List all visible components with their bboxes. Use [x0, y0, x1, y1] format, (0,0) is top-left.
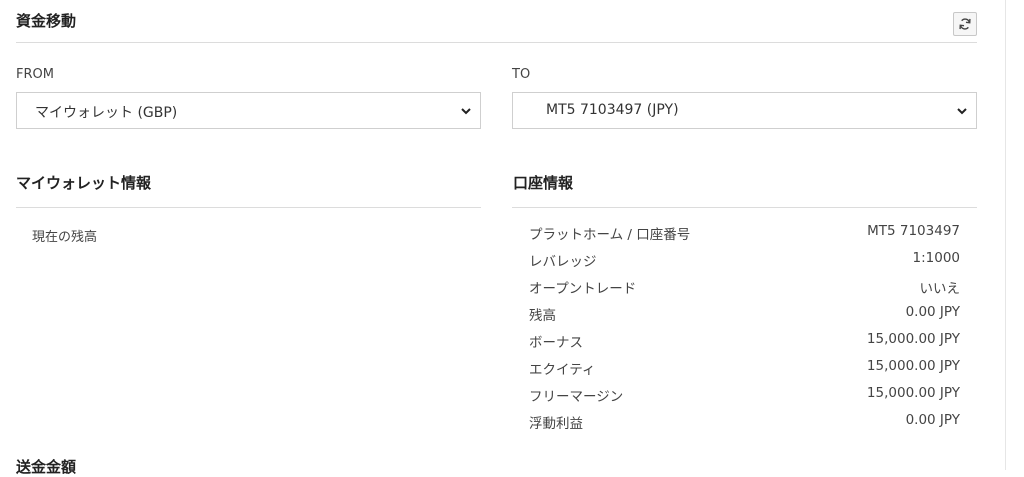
panel-header: 資金移動: [16, 0, 977, 43]
info-label: レバレッジ: [529, 254, 597, 270]
current-balance-label: 現在の残高: [32, 230, 98, 245]
info-value: 15,000.00 JPY: [866, 331, 960, 347]
info-row-equity: エクイティ 15,000.00 JPY: [512, 354, 960, 381]
refresh-icon: [959, 18, 971, 30]
info-row-bonus: ボーナス 15,000.00 JPY: [512, 327, 960, 354]
info-value: 15,000.00 JPY: [866, 358, 960, 374]
info-label: プラットホーム / 口座番号: [529, 227, 691, 243]
info-row-platform: プラットホーム / 口座番号 MT5 7103497: [512, 219, 960, 246]
chevron-down-icon: [957, 108, 967, 115]
page-scrollbar[interactable]: [1005, 0, 1024, 470]
account-info-title: 口座情報: [513, 174, 574, 192]
wallet-info-divider: [16, 207, 481, 208]
to-select-value: MT5 7103497 (JPY): [546, 102, 679, 118]
info-value: いいえ: [919, 281, 961, 297]
info-value: 0.00 JPY: [905, 412, 960, 428]
info-value: 1:1000: [912, 250, 961, 266]
account-info-list: プラットホーム / 口座番号 MT5 7103497 レバレッジ 1:1000 …: [512, 219, 960, 435]
info-label: エクイティ: [529, 362, 596, 378]
info-row-open-trade: オープントレード いいえ: [512, 273, 960, 300]
info-label: 残高: [529, 308, 556, 324]
account-info-divider: [512, 207, 977, 208]
info-label: オープントレード: [529, 281, 637, 297]
chevron-down-icon: [461, 108, 471, 115]
info-label: ボーナス: [529, 335, 583, 351]
info-row-balance: 残高 0.00 JPY: [512, 300, 960, 327]
info-row-free-margin: フリーマージン 15,000.00 JPY: [512, 381, 960, 408]
send-amount-title: 送金金額: [16, 458, 77, 476]
info-label: 浮動利益: [529, 416, 583, 432]
info-row-floating-profit: 浮動利益 0.00 JPY: [512, 408, 960, 435]
info-row-leverage: レバレッジ 1:1000: [512, 246, 960, 273]
info-value: 15,000.00 JPY: [866, 385, 960, 401]
info-value: MT5 7103497: [867, 223, 960, 239]
wallet-info-title: マイウォレット情報: [16, 174, 152, 192]
to-label: TO: [512, 67, 531, 82]
refresh-button[interactable]: [953, 12, 977, 36]
info-value: 0.00 JPY: [905, 304, 960, 320]
page-title: 資金移動: [16, 12, 77, 30]
info-label: フリーマージン: [529, 389, 624, 405]
to-select[interactable]: MT5 7103497 (JPY): [512, 92, 977, 129]
from-label: FROM: [16, 67, 54, 82]
from-select[interactable]: マイウォレット (GBP): [16, 92, 481, 129]
from-select-value: マイウォレット (GBP): [35, 105, 178, 121]
